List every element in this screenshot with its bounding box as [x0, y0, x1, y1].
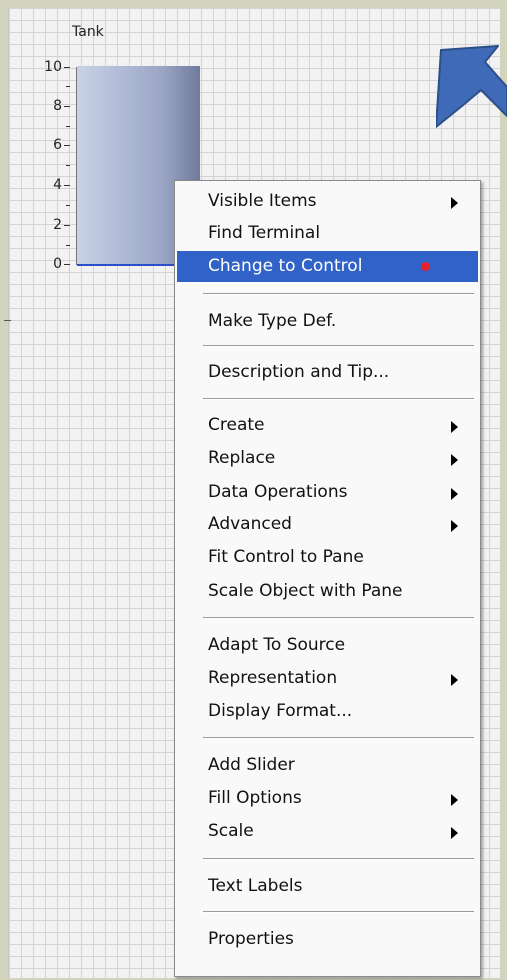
menu-item-advanced[interactable]: Advanced — [177, 509, 478, 540]
tick-label: 2 — [53, 217, 62, 233]
menu-separator — [203, 737, 474, 739]
menu-item-label: Create — [208, 415, 265, 435]
menu-item-label: Scale Object with Pane — [208, 581, 403, 601]
minor-tick — [66, 205, 70, 206]
tick-label: 4 — [53, 177, 62, 193]
menu-separator — [203, 398, 474, 400]
menu-item-label: Advanced — [208, 514, 292, 534]
tick-label: 6 — [53, 137, 62, 153]
minor-tick — [66, 126, 70, 127]
menu-item-change-to-control[interactable]: Change to Control — [177, 251, 478, 282]
menu-item-visible-items[interactable]: Visible Items — [177, 186, 478, 217]
menu-item-scale-object-with-pane[interactable]: Scale Object with Pane — [177, 576, 478, 607]
menu-item-label: Scale — [208, 821, 254, 841]
submenu-arrow-icon — [451, 197, 458, 209]
menu-item-label: Change to Control — [208, 256, 363, 276]
major-tick — [64, 185, 70, 186]
major-tick — [64, 106, 70, 107]
menu-item-label: Display Format... — [208, 701, 353, 721]
cursor-marker-icon — [421, 262, 430, 271]
menu-item-label: Fill Options — [208, 788, 302, 808]
menu-item-label: Representation — [208, 668, 338, 688]
minor-tick — [66, 86, 70, 87]
menu-item-display-format[interactable]: Display Format... — [177, 696, 478, 727]
menu-item-scale[interactable]: Scale — [177, 816, 478, 847]
submenu-arrow-icon — [451, 827, 458, 839]
menu-separator — [203, 293, 474, 295]
minor-tick — [66, 165, 70, 166]
menu-item-properties[interactable]: Properties — [177, 924, 478, 955]
context-menu: Visible Items Find Terminal Change to Co… — [174, 180, 481, 977]
menu-item-representation[interactable]: Representation — [177, 663, 478, 694]
menu-item-find-terminal[interactable]: Find Terminal — [177, 218, 478, 249]
submenu-arrow-icon — [451, 674, 458, 686]
menu-item-text-labels[interactable]: Text Labels — [177, 871, 478, 902]
menu-item-label: Properties — [208, 929, 294, 949]
submenu-arrow-icon — [451, 520, 458, 532]
menu-item-label: Replace — [208, 448, 276, 468]
menu-item-create[interactable]: Create — [177, 410, 478, 441]
menu-item-label: Add Slider — [208, 755, 295, 775]
major-tick — [64, 67, 70, 68]
submenu-arrow-icon — [451, 454, 458, 466]
menu-item-data-operations[interactable]: Data Operations — [177, 477, 478, 508]
minor-tick — [66, 245, 70, 246]
menu-separator — [203, 617, 474, 619]
major-tick — [64, 145, 70, 146]
menu-item-make-type-def[interactable]: Make Type Def. — [177, 306, 478, 337]
panel-edge-mark — [4, 320, 11, 321]
major-tick — [64, 264, 70, 265]
menu-item-label: Visible Items — [208, 191, 317, 211]
menu-item-label: Text Labels — [208, 876, 303, 896]
arrow-down-left-icon — [436, 45, 507, 128]
menu-item-adapt-to-source[interactable]: Adapt To Source — [177, 630, 478, 661]
menu-item-label: Data Operations — [208, 482, 348, 502]
menu-item-label: Find Terminal — [208, 223, 321, 243]
tick-label: 0 — [53, 256, 62, 272]
tick-label: 10 — [44, 59, 62, 75]
menu-item-label: Adapt To Source — [208, 635, 346, 655]
menu-item-label: Make Type Def. — [208, 311, 337, 331]
major-tick — [64, 225, 70, 226]
menu-item-fit-control-to-pane[interactable]: Fit Control to Pane — [177, 542, 478, 573]
menu-separator — [203, 911, 474, 913]
menu-item-replace[interactable]: Replace — [177, 443, 478, 474]
tick-label: 8 — [53, 98, 62, 114]
menu-separator — [203, 345, 474, 347]
submenu-arrow-icon — [451, 794, 458, 806]
menu-item-label: Description and Tip... — [208, 362, 390, 382]
menu-item-add-slider[interactable]: Add Slider — [177, 750, 478, 781]
menu-item-label: Fit Control to Pane — [208, 547, 364, 567]
menu-item-fill-options[interactable]: Fill Options — [177, 783, 478, 814]
menu-item-description-and-tip[interactable]: Description and Tip... — [177, 357, 478, 388]
submenu-arrow-icon — [451, 421, 458, 433]
submenu-arrow-icon — [451, 488, 458, 500]
menu-separator — [203, 858, 474, 860]
